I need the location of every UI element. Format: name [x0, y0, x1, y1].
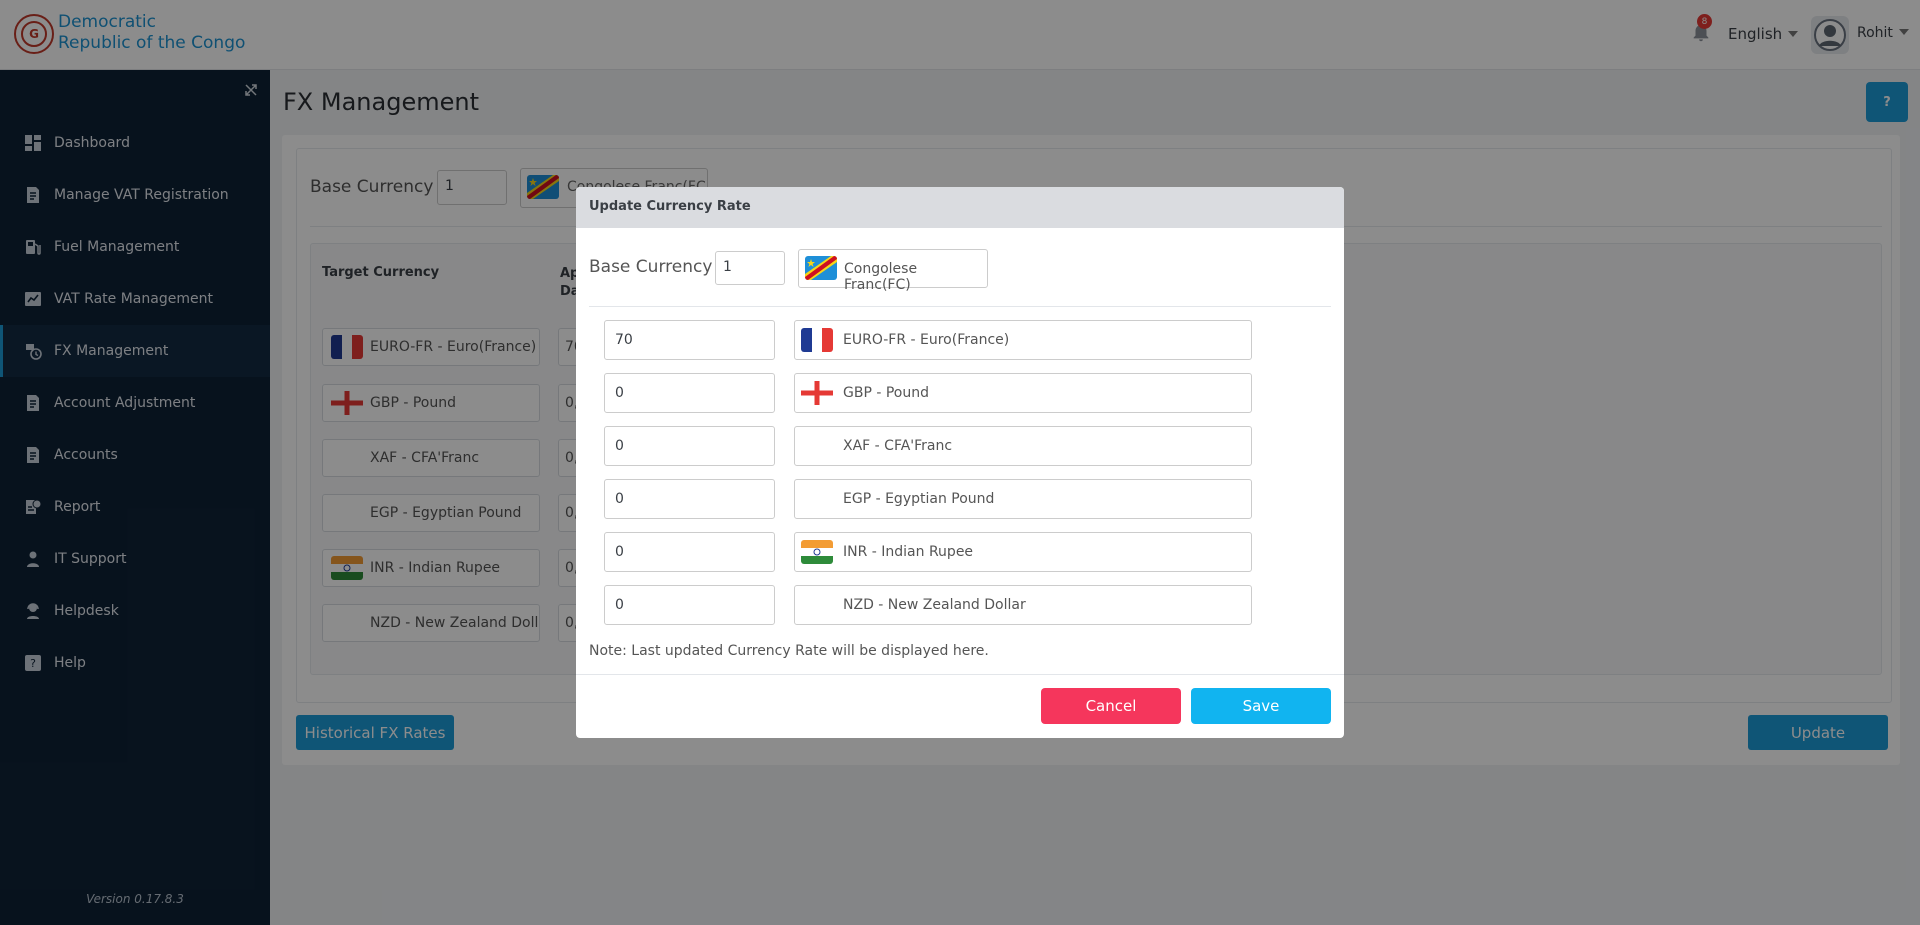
rate-input[interactable]: 70 [604, 320, 775, 360]
currency-label: NZD - New Zealand Dollar [843, 597, 1026, 613]
currency-label: GBP - Pound [843, 385, 929, 401]
france-flag-icon [801, 328, 833, 352]
divider [576, 674, 1344, 675]
currency-field: EURO-FR - Euro(France) [794, 320, 1252, 360]
congo-flag-icon [805, 256, 837, 280]
england-flag-icon [801, 381, 833, 405]
currency-label: EGP - Egyptian Pound [843, 491, 995, 507]
currency-label: XAF - CFA'Franc [843, 438, 953, 454]
rate-input[interactable]: 0 [604, 426, 775, 466]
divider [589, 306, 1331, 307]
currency-field: INR - Indian Rupee [794, 532, 1252, 572]
modal-base-currency-select[interactable]: Congolese Franc(FC) [798, 249, 988, 293]
rate-input[interactable]: 0 [604, 532, 775, 572]
currency-field: EGP - Egyptian Pound [794, 479, 1252, 519]
modal-note: Note: Last updated Currency Rate will be… [589, 643, 989, 659]
rate-input[interactable]: 0 [604, 479, 775, 519]
rate-input[interactable]: 0 [604, 585, 775, 625]
rate-input[interactable]: 0 [604, 373, 775, 413]
modal-base-currency-label: Base Currency [589, 257, 713, 277]
cancel-button[interactable]: Cancel [1041, 688, 1181, 724]
modal-title: Update Currency Rate [576, 187, 1344, 228]
currency-label: EURO-FR - Euro(France) [843, 332, 1010, 348]
currency-field: NZD - New Zealand Dollar [794, 585, 1252, 625]
save-button[interactable]: Save [1191, 688, 1331, 724]
update-currency-rate-modal: Update Currency Rate Base Currency 1 Con… [576, 187, 1344, 738]
currency-field: GBP - Pound [794, 373, 1252, 413]
currency-field: XAF - CFA'Franc [794, 426, 1252, 466]
modal-base-currency-input[interactable]: 1 [715, 251, 785, 285]
currency-label: INR - Indian Rupee [843, 544, 974, 560]
india-flag-icon [801, 540, 833, 564]
modal-base-currency-name: Congolese Franc(FC) [844, 261, 918, 293]
